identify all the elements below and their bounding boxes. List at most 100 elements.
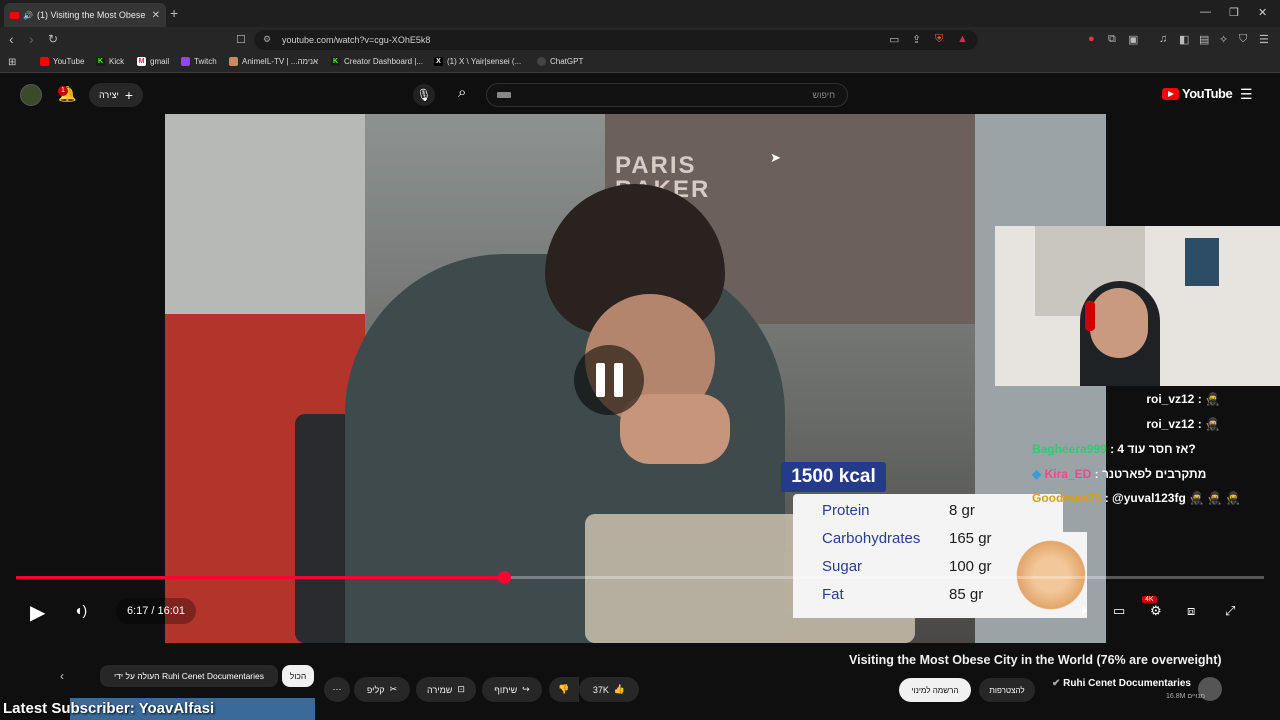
sidebar-icon[interactable]: ◧ xyxy=(1179,33,1189,46)
extension-box-icon[interactable]: ▣ xyxy=(1128,33,1138,46)
bookmark-icon[interactable]: ☐ xyxy=(236,33,246,46)
dislike-button[interactable]: 👎 xyxy=(549,677,579,702)
progress-scrubber[interactable] xyxy=(498,571,511,584)
volume-icon[interactable]: ◖) xyxy=(74,602,87,618)
emote-icon: 🥷 xyxy=(1205,392,1220,406)
restore-button[interactable]: ❐ xyxy=(1229,6,1239,19)
share-button[interactable]: שיתוף ↪ xyxy=(482,677,542,702)
chat-message: Bagheera999 : אז חסר עוד 4? xyxy=(1032,442,1196,456)
badge-icon: ◆ xyxy=(1032,467,1042,481)
more-actions-button[interactable]: ⋯ xyxy=(324,677,350,702)
minimize-button[interactable]: — xyxy=(1200,6,1211,18)
speaker-icon: 🔊 xyxy=(23,10,33,20)
kcal-label: 1500 kcal xyxy=(781,462,886,492)
play-button[interactable]: ▶ xyxy=(30,600,45,625)
latest-subscriber-overlay: Latest Subscriber: YoavAlfasi xyxy=(3,700,215,717)
search-icon[interactable]: ⌕ xyxy=(458,84,466,101)
search-input[interactable]: חיפוש xyxy=(486,83,848,107)
join-button[interactable]: הרשמה למינוי xyxy=(899,678,971,702)
url-field[interactable]: ⚙ youtube.com/watch?v=cgu-XOhE5k8 xyxy=(254,30,978,50)
donut-image xyxy=(1015,532,1087,618)
create-button[interactable]: יצירה + xyxy=(89,83,143,107)
guide-menu-icon[interactable]: ☰ xyxy=(1240,86,1253,103)
nutrient-value: 100 gr xyxy=(949,558,992,575)
nutrient-label: Protein xyxy=(822,502,870,519)
new-tab-button[interactable]: + xyxy=(170,5,178,21)
site-info-icon[interactable]: ⚙ xyxy=(263,34,271,45)
x-icon: X xyxy=(434,57,443,66)
bookmark-save-icon: ⊡ xyxy=(457,684,465,694)
tab-close-icon[interactable]: ✕ xyxy=(152,10,160,21)
vpn-icon[interactable]: ⛉ xyxy=(1239,33,1247,46)
clip-button[interactable]: קליפ ✂ xyxy=(354,677,410,702)
video-donut xyxy=(620,394,730,464)
media-control-icon[interactable]: ♫ xyxy=(1159,33,1167,45)
channel-name[interactable]: ✔ Ruhi Cenet Documentaries xyxy=(1052,678,1191,689)
animeil-icon xyxy=(229,57,238,66)
extensions-icon[interactable]: ⧉ xyxy=(1108,33,1116,46)
gmail-icon: M xyxy=(137,57,146,66)
browser-tab-bar xyxy=(0,0,1280,27)
bookmark-kick[interactable]: K Kick xyxy=(96,57,124,66)
extension-red-icon[interactable]: ● xyxy=(1088,33,1095,45)
chat-message: roi_vz12 : 🥷 xyxy=(1146,392,1220,406)
subscriber-count: 16.8M מנויים xyxy=(1166,693,1206,700)
twitch-icon xyxy=(181,57,190,66)
video-title: Visiting the Most Obese City in the Worl… xyxy=(849,653,1222,667)
subtitles-icon[interactable]: ▭ xyxy=(1113,603,1125,619)
wallet-icon[interactable]: ▤ xyxy=(1199,33,1209,46)
plus-icon: + xyxy=(124,87,133,103)
youtube-logo-icon xyxy=(1162,87,1179,100)
chip-uploaded-by[interactable]: העולה על ידי Ruhi Cenet Documentaries xyxy=(100,665,278,687)
kick-icon: K xyxy=(96,57,105,66)
autoplay-toggle-icon[interactable]: ⏵ xyxy=(1081,603,1088,619)
headphones-icon xyxy=(1085,301,1095,331)
chatgpt-icon xyxy=(537,57,546,66)
chat-message: roi_vz12 : 🥷 xyxy=(1146,417,1220,431)
back-button[interactable]: ‹ xyxy=(9,31,14,47)
brave-shield-icon[interactable]: ⛨ xyxy=(935,33,943,46)
screen-cast-icon[interactable]: ▭ xyxy=(889,33,899,46)
reload-button[interactable]: ↻ xyxy=(48,32,58,46)
close-window-button[interactable]: ✕ xyxy=(1258,6,1267,19)
leo-ai-icon[interactable]: ✧ xyxy=(1219,33,1228,46)
brave-rewards-icon[interactable]: ▲ xyxy=(957,33,968,45)
like-button[interactable]: 37K 👍 xyxy=(579,677,639,702)
voice-search-mic-icon[interactable]: 🎙 xyxy=(413,84,435,106)
emote-icon: 🥷 xyxy=(1205,417,1220,431)
chips-scroll-left-icon[interactable]: ‹ xyxy=(52,666,72,686)
bookmark-youtube[interactable]: YouTube xyxy=(40,57,84,66)
nutrient-label: Sugar xyxy=(822,558,863,575)
browser-menu-icon[interactable]: ☰ xyxy=(1259,33,1269,46)
nutrient-label: Fat xyxy=(822,586,844,603)
nutrient-value: 165 gr xyxy=(949,530,992,547)
browser-tab[interactable]: 🔊 (1) Visiting the Most Obese C ✕ xyxy=(4,3,166,27)
keyboard-icon[interactable] xyxy=(497,92,511,98)
tab-title: (1) Visiting the Most Obese C xyxy=(36,10,148,20)
center-pause-button[interactable] xyxy=(574,345,644,415)
fullscreen-icon[interactable]: ⤢ xyxy=(1225,603,1235,619)
bookmark-x[interactable]: X (1) X \ Yair|sensei (... xyxy=(434,57,521,66)
bookmark-twitch[interactable]: Twitch xyxy=(181,57,217,66)
time-display: 6:17 / 16:01 xyxy=(116,598,196,624)
bookmark-creator-dashboard[interactable]: K Creator Dashboard |... xyxy=(331,57,423,66)
kick-icon: K xyxy=(331,57,340,66)
settings-gear-icon[interactable]: ⚙ xyxy=(1150,603,1162,619)
url-text: youtube.com/watch?v=cgu-XOhE5k8 xyxy=(282,35,431,45)
bookmark-gmail[interactable]: Mgmail xyxy=(137,57,169,66)
save-button[interactable]: שמירה ⊡ xyxy=(416,677,476,702)
bookmark-chatgpt[interactable]: ChatGPT xyxy=(537,57,583,66)
nutrition-panel: Protein 8 gr Carbohydrates 165 gr Sugar … xyxy=(793,494,1087,618)
bookmark-animeil[interactable]: AnimeIL-TV | ...אנימה xyxy=(229,57,318,66)
quality-badge: 4K xyxy=(1142,596,1157,603)
miniplayer-icon[interactable]: ⧈ xyxy=(1187,603,1195,619)
webcam-poster xyxy=(1185,238,1219,286)
chip-all[interactable]: הכול xyxy=(282,665,314,687)
account-avatar[interactable] xyxy=(20,84,42,106)
thumbs-up-icon: 👍 xyxy=(613,684,626,694)
apps-grid-icon[interactable]: ⊞ xyxy=(8,57,16,68)
subscribe-button[interactable]: להצטרפות xyxy=(979,678,1035,702)
youtube-logo[interactable]: YouTube xyxy=(1162,86,1233,101)
forward-button[interactable]: › xyxy=(29,31,34,47)
share-page-icon[interactable]: ⇪ xyxy=(912,33,921,46)
